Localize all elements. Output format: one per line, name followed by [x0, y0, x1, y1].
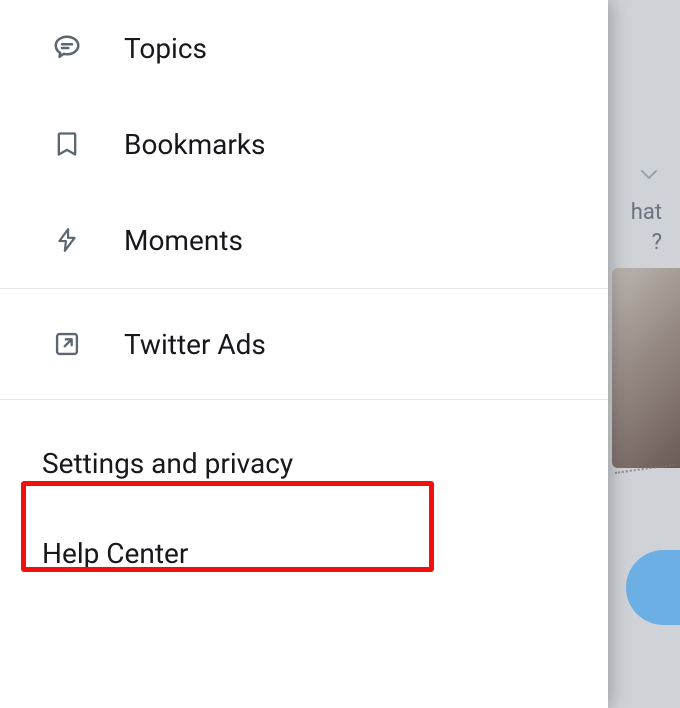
obscured-decoration [610, 426, 675, 474]
menu-item-label: Bookmarks [124, 128, 266, 161]
menu-item-label: Moments [124, 224, 243, 257]
background-obscured-content: hat ? [600, 0, 680, 708]
menu-item-twitter-ads[interactable]: Twitter Ads [0, 289, 608, 399]
compose-fab-partial [626, 550, 680, 625]
menu-item-label: Topics [124, 32, 207, 65]
bookmark-icon [50, 127, 84, 161]
menu-item-topics[interactable]: Topics [0, 0, 608, 96]
chevron-down-icon [640, 165, 658, 184]
menu-item-bookmarks[interactable]: Bookmarks [0, 96, 608, 192]
obscured-text: hat [631, 200, 662, 225]
menu-item-label: Settings and privacy [42, 447, 293, 480]
external-link-icon [50, 327, 84, 361]
menu-item-help-center[interactable]: Help Center [0, 508, 608, 598]
menu-item-moments[interactable]: Moments [0, 192, 608, 288]
spacer [0, 400, 608, 418]
topics-icon [50, 31, 84, 65]
obscured-text: ? [652, 230, 662, 255]
navigation-drawer: Topics Bookmarks Moments Twitter Ads [0, 0, 608, 708]
menu-item-label: Twitter Ads [124, 328, 266, 361]
lightning-icon [50, 223, 84, 257]
menu-item-settings-privacy[interactable]: Settings and privacy [0, 418, 608, 508]
menu-item-label: Help Center [42, 537, 188, 570]
